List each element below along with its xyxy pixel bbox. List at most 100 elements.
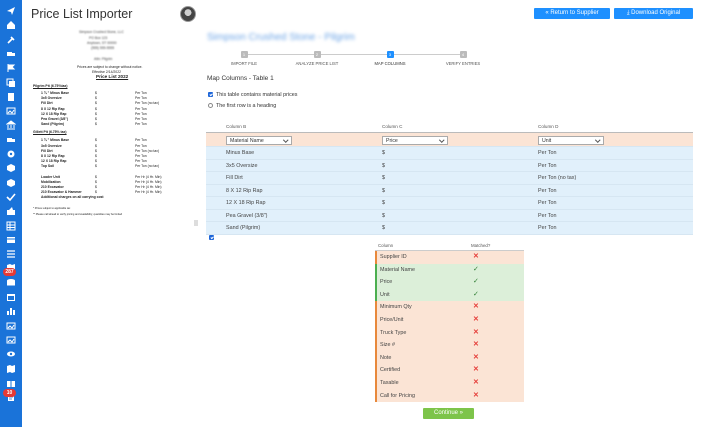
pdf-row-price: $	[95, 122, 97, 127]
sidebar-table-nav[interactable]	[5, 221, 17, 231]
sidebar-card-nav[interactable]	[5, 235, 17, 245]
sidebar-eye-nav[interactable]	[5, 349, 17, 359]
sidebar-gift-nav[interactable]	[5, 378, 17, 388]
match-row: Supplier ID ✕	[375, 251, 524, 264]
pdf-row-unit: Per Ton	[135, 111, 147, 116]
sidebar-chart-nav[interactable]	[5, 306, 17, 316]
material-prices-checkbox[interactable]	[208, 92, 213, 97]
sidebar-clipboard-nav[interactable]	[5, 92, 17, 102]
sidebar-home-nav[interactable]	[5, 20, 17, 30]
step-2-marker[interactable]: 2	[313, 51, 321, 58]
sidebar-check-nav[interactable]	[5, 192, 17, 202]
sidebar: 287 10	[0, 0, 22, 427]
match-row: Note ✕	[375, 351, 524, 365]
matched-columns-table: Column Matched? Supplier ID ✕ Material Name ✓…	[375, 240, 524, 403]
supplier-name[interactable]: Simpson Crushed Stone - Pilgrim	[207, 32, 355, 43]
column-d-select[interactable]: Unit	[538, 135, 604, 145]
pdf-row-price: $	[95, 148, 97, 153]
copy-icon	[6, 78, 15, 87]
table-cell: Sand (Pilgrim)	[226, 225, 261, 231]
pdf-row-unit: Per Ton (no tax)	[135, 164, 160, 169]
sidebar-copy-nav[interactable]	[5, 78, 17, 88]
sidebar-cube-nav[interactable]	[5, 178, 17, 188]
table-cell: $	[382, 162, 385, 169]
map-columns-title: Map Columns - Table 1	[207, 75, 274, 82]
pdf-row-material: 12 X 18 Rip Rap	[41, 111, 67, 116]
truck-icon	[7, 51, 15, 56]
truck-icon	[7, 137, 15, 142]
cross-icon: ✕	[473, 391, 479, 399]
first-row-heading-radio[interactable]	[208, 103, 213, 108]
sidebar-list-nav[interactable]	[5, 249, 17, 259]
table-row: Sand (Pilgrim) $ Per Ton	[206, 222, 693, 240]
step-2-label[interactable]: ANALYZE PRICE LIST	[296, 61, 339, 66]
table-cell: Per Ton	[538, 200, 557, 206]
cross-icon: ✕	[473, 378, 479, 386]
first-row-heading-option[interactable]: The first row is a heading	[208, 103, 276, 109]
sidebar-image-nav[interactable]	[5, 335, 17, 345]
pdf-row-price: $	[95, 185, 97, 189]
pdf-row-material: Mobilization	[41, 179, 61, 184]
sidebar-database-nav[interactable]	[5, 278, 17, 288]
sidebar-flag-nav[interactable]	[5, 63, 17, 73]
table-cell: Pea Gravel (3/8")	[226, 212, 268, 219]
column-b-select[interactable]: Material Name	[226, 135, 292, 145]
download-original-button[interactable]: ⤓ Download Original	[614, 8, 693, 19]
pdf-row-unit: Per Ton	[135, 106, 147, 111]
table-cell: Minus Base	[226, 150, 255, 156]
match-row: Minimum Qty ✕	[375, 301, 524, 314]
step-4-label[interactable]: VERIFY ENTRIES	[446, 61, 480, 66]
match-field-name: Price/Unit	[380, 316, 404, 323]
table-cell: $	[382, 212, 385, 219]
sidebar-send-nav[interactable]	[5, 6, 17, 16]
step-3-marker[interactable]: 3	[386, 51, 394, 58]
sidebar-calendar-nav[interactable]	[5, 292, 17, 302]
pdf-row-price: $	[95, 143, 97, 148]
sidebar-truck-nav[interactable]	[5, 49, 17, 59]
sidebar-thumbs-up-nav[interactable]	[5, 206, 17, 216]
sidebar-hammer-nav[interactable]	[5, 35, 17, 45]
cross-icon: ✕	[473, 341, 479, 349]
pdf-row-material: 1 ¾ " Minus Base	[41, 138, 69, 143]
pdf-row-material: Sand (Pilgrim)	[41, 122, 64, 127]
calendar-icon	[7, 294, 15, 301]
pdf-address: PO Box 123	[89, 36, 108, 40]
step-1-marker[interactable]: 1	[240, 51, 248, 58]
pdf-row-price: $	[95, 174, 97, 179]
pdf-row-price: $	[95, 154, 97, 158]
sidebar-truck-nav[interactable]	[5, 135, 17, 145]
card-icon	[7, 236, 15, 243]
preview-scroll-handle[interactable]	[194, 220, 198, 226]
pdf-row-unit: Per Hr (4 Hr. Min)	[135, 185, 162, 189]
sidebar-gear-nav[interactable]	[5, 149, 17, 159]
check-icon	[6, 193, 16, 202]
table-cell: $	[382, 175, 385, 181]
pdf-row-price: $	[95, 96, 97, 101]
match-matched-header: Matched?	[471, 243, 491, 248]
sidebar-bank-nav[interactable]	[5, 120, 17, 130]
material-prices-option[interactable]: This table contains material prices	[208, 92, 298, 98]
sidebar-image-nav[interactable]	[5, 321, 17, 331]
return-to-supplier-button[interactable]: « Return to Supplier	[534, 8, 610, 19]
match-field-name: Unit	[380, 291, 390, 298]
pdf-footnote: ** Please call ahead to verify pricing a…	[33, 212, 123, 216]
column-header: Column B	[226, 124, 247, 129]
row-include-checkbox[interactable]	[209, 234, 214, 240]
sidebar-map-nav[interactable]	[5, 364, 17, 374]
pdf-row-unit: Per Ton	[135, 143, 147, 148]
match-field-name: Supplier ID	[380, 254, 407, 260]
sidebar-image-nav[interactable]	[5, 106, 17, 116]
match-row: Truck Type ✕	[375, 326, 524, 340]
pdf-row-material: 8 X 12 Rip Rap	[41, 106, 65, 111]
table-row: 8 X 12 Rip Rap $ Per Ton	[206, 184, 693, 202]
step-4-marker[interactable]: 4	[459, 51, 467, 58]
column-c-select[interactable]: Price	[382, 135, 448, 145]
avatar[interactable]	[180, 6, 196, 22]
step-1-label[interactable]: IMPORT FILE	[231, 61, 257, 66]
continue-button[interactable]: Continue »	[423, 408, 474, 419]
sidebar-cube-nav[interactable]	[5, 163, 17, 173]
pdf-row-unit: Per Ton (no tax)	[135, 148, 160, 153]
step-3-label[interactable]: MAP COLUMNS	[374, 61, 405, 66]
gear-icon	[7, 150, 15, 158]
column-mapping-row: Material Name Price Unit	[206, 133, 693, 152]
